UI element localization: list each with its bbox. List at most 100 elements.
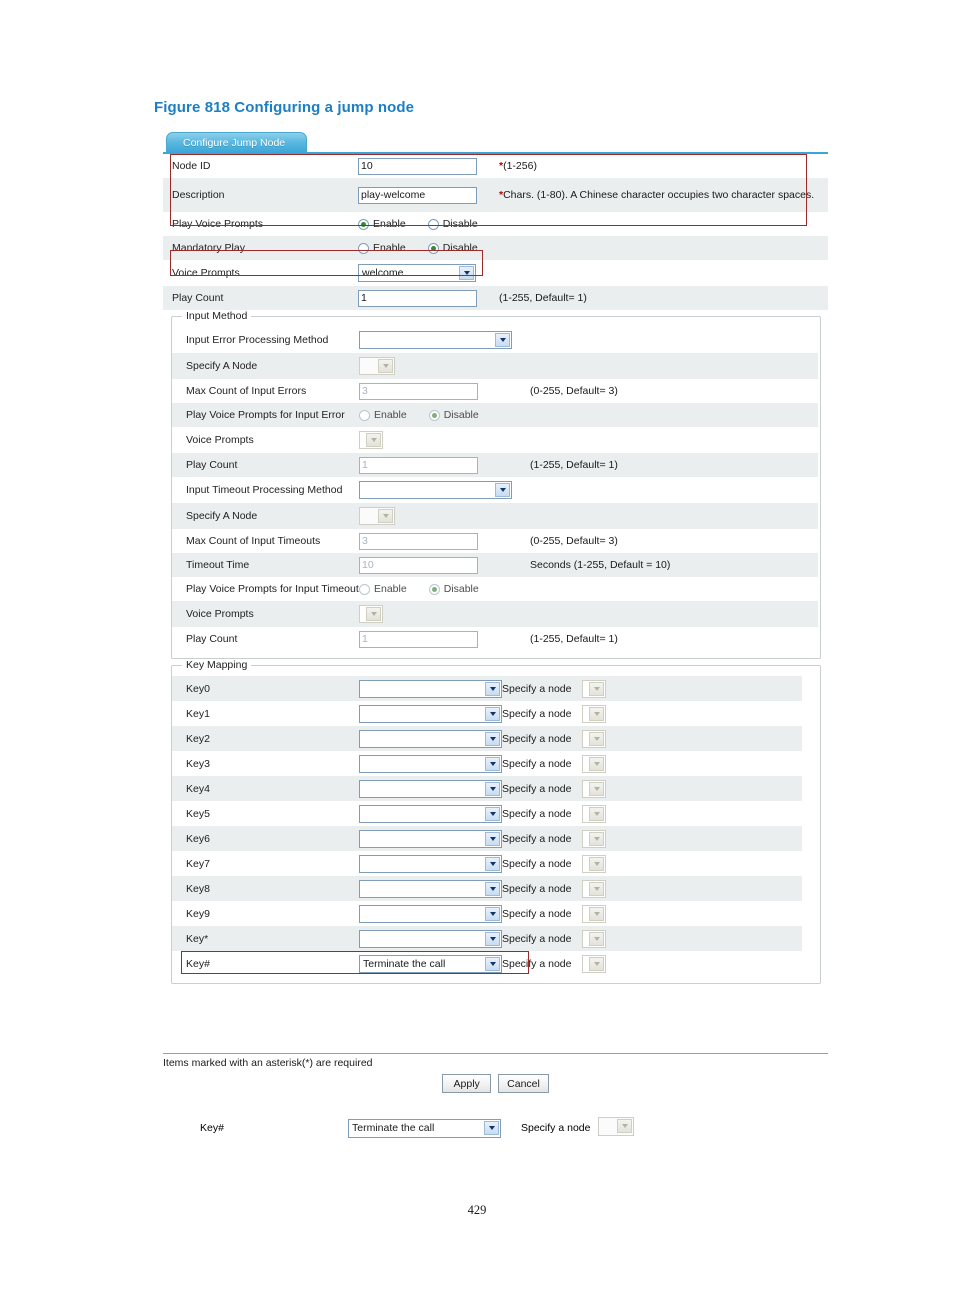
specify-a-node-timeout-select[interactable] [359,507,395,525]
key-mapping-fieldset: Key Mapping Key0 Specify a node Key1 Spe… [171,659,821,984]
chevron-down-icon [589,806,604,821]
chevron-down-icon [485,806,500,821]
row-input-timeout-processing-method: Input Timeout Processing Method [172,477,818,503]
chevron-down-icon [495,483,510,497]
form-panel: Node ID *(1-256) Description *Chars. (1-… [163,154,828,1138]
key7-node-select[interactable] [582,854,606,873]
key2-action-select[interactable] [359,729,502,748]
voice-prompts-input-error-select[interactable] [359,431,383,449]
footer-divider [163,1053,828,1054]
key9-action-select[interactable] [359,904,502,923]
hint-play-count: (1-255, Default= 1) [499,292,587,304]
radio-label-enable: Enable [373,242,406,254]
label-key8: Key8 [186,882,210,895]
voice-prompts-input-timeout-select[interactable] [359,605,383,623]
hint-timeout-time: Seconds (1-255, Default = 10) [530,559,671,571]
chevron-down-icon [484,1120,499,1135]
key-star-specify-node-label: Specify a node [502,932,572,945]
radio-input-error-enable[interactable]: Enable [359,409,407,421]
key5-node-select[interactable] [582,804,606,823]
chevron-down-icon [459,266,474,280]
radio-dot-icon [358,242,369,254]
node-id-input[interactable] [358,157,477,175]
cancel-button[interactable]: Cancel [498,1074,549,1093]
label-description: Description [172,189,225,201]
label-key5: Key5 [186,807,210,820]
table-row: Key0 Specify a node [172,676,802,701]
standalone-key-hash-action-select[interactable]: Terminate the call [348,1118,501,1138]
description-input[interactable] [358,186,477,204]
key7-specify-node-label: Specify a node [502,857,572,870]
radio-play-voice-prompts-enable[interactable]: Enable [358,218,406,230]
key5-action-select[interactable] [359,804,502,823]
key4-action-select[interactable] [359,779,502,798]
key6-action-select[interactable] [359,829,502,848]
key0-action-select[interactable] [359,679,502,698]
key-star-node-select[interactable] [582,929,606,948]
key9-node-select[interactable] [582,904,606,923]
voice-prompts-select[interactable]: welcome [358,264,476,282]
label-key3: Key3 [186,757,210,770]
radio-mandatory-play-enable[interactable]: Enable [358,242,406,254]
key2-node-select[interactable] [582,729,606,748]
key-hash-action-select[interactable]: Terminate the call [359,954,502,973]
max-count-input-errors-input[interactable] [359,382,478,400]
key6-node-select[interactable] [582,829,606,848]
label-play-count-input-timeout: Play Count [186,633,238,645]
chevron-down-icon [485,706,500,721]
hint-max-count-input-timeouts: (0-255, Default= 3) [530,535,618,547]
radio-label-disable: Disable [443,409,479,421]
key3-node-select[interactable] [582,754,606,773]
chevron-down-icon [485,756,500,771]
label-play-count: Play Count [172,292,224,304]
row-play-count-input-error: Play Count (1-255, Default= 1) [172,453,818,477]
radio-play-voice-prompts-disable[interactable]: Disable [427,218,478,230]
key-star-action-select[interactable] [359,929,502,948]
radio-dot-icon [428,583,440,595]
label-key4: Key4 [186,782,210,795]
input-timeout-processing-method-select[interactable] [359,481,512,499]
chevron-down-icon [485,931,500,946]
key8-action-select[interactable] [359,879,502,898]
play-count-input[interactable] [358,289,477,307]
document-page: Figure 818 Configuring a jump node Confi… [0,0,954,1296]
label-mandatory-play: Mandatory Play [172,242,245,254]
label-specify-a-node-timeout: Specify A Node [186,510,258,522]
timeout-time-input[interactable] [359,556,478,574]
hint-max-count-input-errors: (0-255, Default= 3) [530,385,618,397]
key-hash-node-select[interactable] [582,954,606,973]
input-error-processing-method-select[interactable] [359,331,512,349]
radio-input-error-disable[interactable]: Disable [428,409,479,421]
table-row: Key2 Specify a node [172,726,802,751]
tab-configure-jump-node[interactable]: Configure Jump Node [166,132,307,153]
play-count-input-timeout-input[interactable] [359,630,478,648]
radio-input-timeout-enable[interactable]: Enable [359,583,407,595]
webui-screenshot: Configure Jump Node Node ID *(1-256) Des… [163,132,828,1138]
label-key-star: Key* [186,932,209,945]
label-specify-a-node-error: Specify A Node [186,360,258,372]
key1-action-select[interactable] [359,704,502,723]
apply-button[interactable]: Apply [442,1074,492,1093]
standalone-node-select[interactable] [598,1117,634,1136]
radio-label-enable: Enable [374,409,407,421]
chevron-down-icon [589,856,604,871]
key8-node-select[interactable] [582,879,606,898]
specify-a-node-error-select[interactable] [359,357,395,375]
table-row: Key1 Specify a node [172,701,802,726]
chevron-down-icon [485,731,500,746]
row-description: Description *Chars. (1-80). A Chinese ch… [163,178,828,212]
key3-action-select[interactable] [359,754,502,773]
key1-node-select[interactable] [582,704,606,723]
key7-action-select[interactable] [359,854,502,873]
chevron-down-icon [378,509,393,523]
basic-section: Node ID *(1-256) Description *Chars. (1-… [163,154,828,310]
row-input-error-processing-method: Input Error Processing Method [172,327,818,353]
row-specify-a-node-timeout: Specify A Node [172,503,818,529]
key4-node-select[interactable] [582,779,606,798]
radio-dot-icon [359,409,370,421]
radio-input-timeout-disable[interactable]: Disable [428,583,479,595]
key0-node-select[interactable] [582,679,606,698]
play-count-input-error-input[interactable] [359,456,478,474]
max-count-input-timeouts-input[interactable] [359,532,478,550]
radio-mandatory-play-disable[interactable]: Disable [427,242,478,254]
